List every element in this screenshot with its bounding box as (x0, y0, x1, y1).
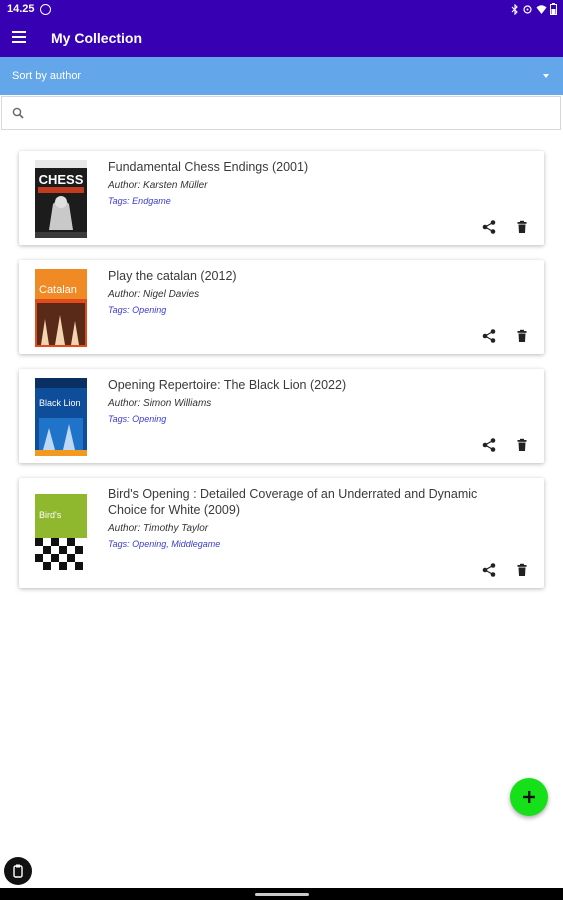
app-title: My Collection (51, 30, 143, 46)
status-bar: 14.25 (0, 0, 563, 20)
book-title: Fundamental Chess Endings (2001) (108, 160, 309, 174)
sort-dropdown[interactable]: Sort by author (0, 57, 563, 95)
book-tags: Tags: Opening, Middlegame (108, 539, 221, 549)
share-icon[interactable] (481, 437, 497, 453)
book-author: Author: Nigel Davies (108, 289, 200, 300)
plus-icon (523, 791, 535, 803)
book-title: Bird's Opening : Detailed Coverage of an… (108, 487, 478, 517)
book-author: Author: Karsten Müller (108, 180, 208, 191)
book-card[interactable]: Bird's Bird's Opening : Detailed Coverag… (19, 478, 544, 588)
book-cover: Catalan (35, 269, 87, 347)
home-gesture-handle[interactable] (255, 893, 309, 896)
status-time: 14.25 (7, 3, 35, 15)
book-author: Author: Simon Williams (108, 398, 212, 409)
sync-icon (522, 4, 533, 19)
cover-text: Bird's (39, 510, 62, 520)
book-cover: CHESS (35, 160, 87, 238)
book-title: Opening Repertoire: The Black Lion (2022… (108, 378, 347, 392)
search-box (1, 96, 561, 130)
search-input[interactable] (32, 103, 556, 125)
wifi-icon (536, 4, 547, 19)
share-icon[interactable] (481, 328, 497, 344)
book-card[interactable]: Catalan Play the catalan (2012) Author: … (19, 260, 544, 354)
app-bar: My Collection (0, 20, 563, 57)
delete-icon[interactable] (514, 328, 530, 344)
book-title: Play the catalan (2012) (108, 269, 237, 283)
delete-icon[interactable] (514, 437, 530, 453)
share-icon[interactable] (481, 219, 497, 235)
navigation-bar (0, 888, 563, 900)
book-tags: Tags: Endgame (108, 196, 171, 206)
bluetooth-icon (511, 3, 519, 19)
book-card[interactable]: CHESS Fundamental Chess Endings (2001) A… (19, 151, 544, 245)
menu-icon[interactable] (12, 31, 26, 43)
notification-icon (40, 4, 51, 15)
clipboard-icon (13, 864, 23, 878)
chevron-down-icon (543, 74, 549, 78)
sort-dropdown-label: Sort by author (12, 70, 82, 82)
delete-icon[interactable] (514, 219, 530, 235)
search-icon (12, 107, 24, 119)
delete-icon[interactable] (514, 562, 530, 578)
cover-text: Black Lion (39, 398, 81, 408)
book-author: Author: Timothy Taylor (108, 523, 209, 534)
book-tags: Tags: Opening (108, 414, 167, 424)
book-tags: Tags: Opening (108, 305, 167, 315)
battery-icon (550, 3, 557, 19)
status-icons (511, 3, 557, 19)
book-cover: Black Lion (35, 378, 87, 456)
add-book-button[interactable] (510, 778, 548, 816)
screen: 14.25 My Collection Sort by author CHESS… (0, 0, 563, 900)
book-cover: Bird's (35, 494, 87, 572)
cover-text: CHESS (39, 172, 84, 187)
screen-recorder-bubble[interactable] (4, 857, 32, 885)
share-icon[interactable] (481, 562, 497, 578)
cover-text: Catalan (39, 284, 77, 296)
book-card[interactable]: Black Lion Opening Repertoire: The Black… (19, 369, 544, 463)
